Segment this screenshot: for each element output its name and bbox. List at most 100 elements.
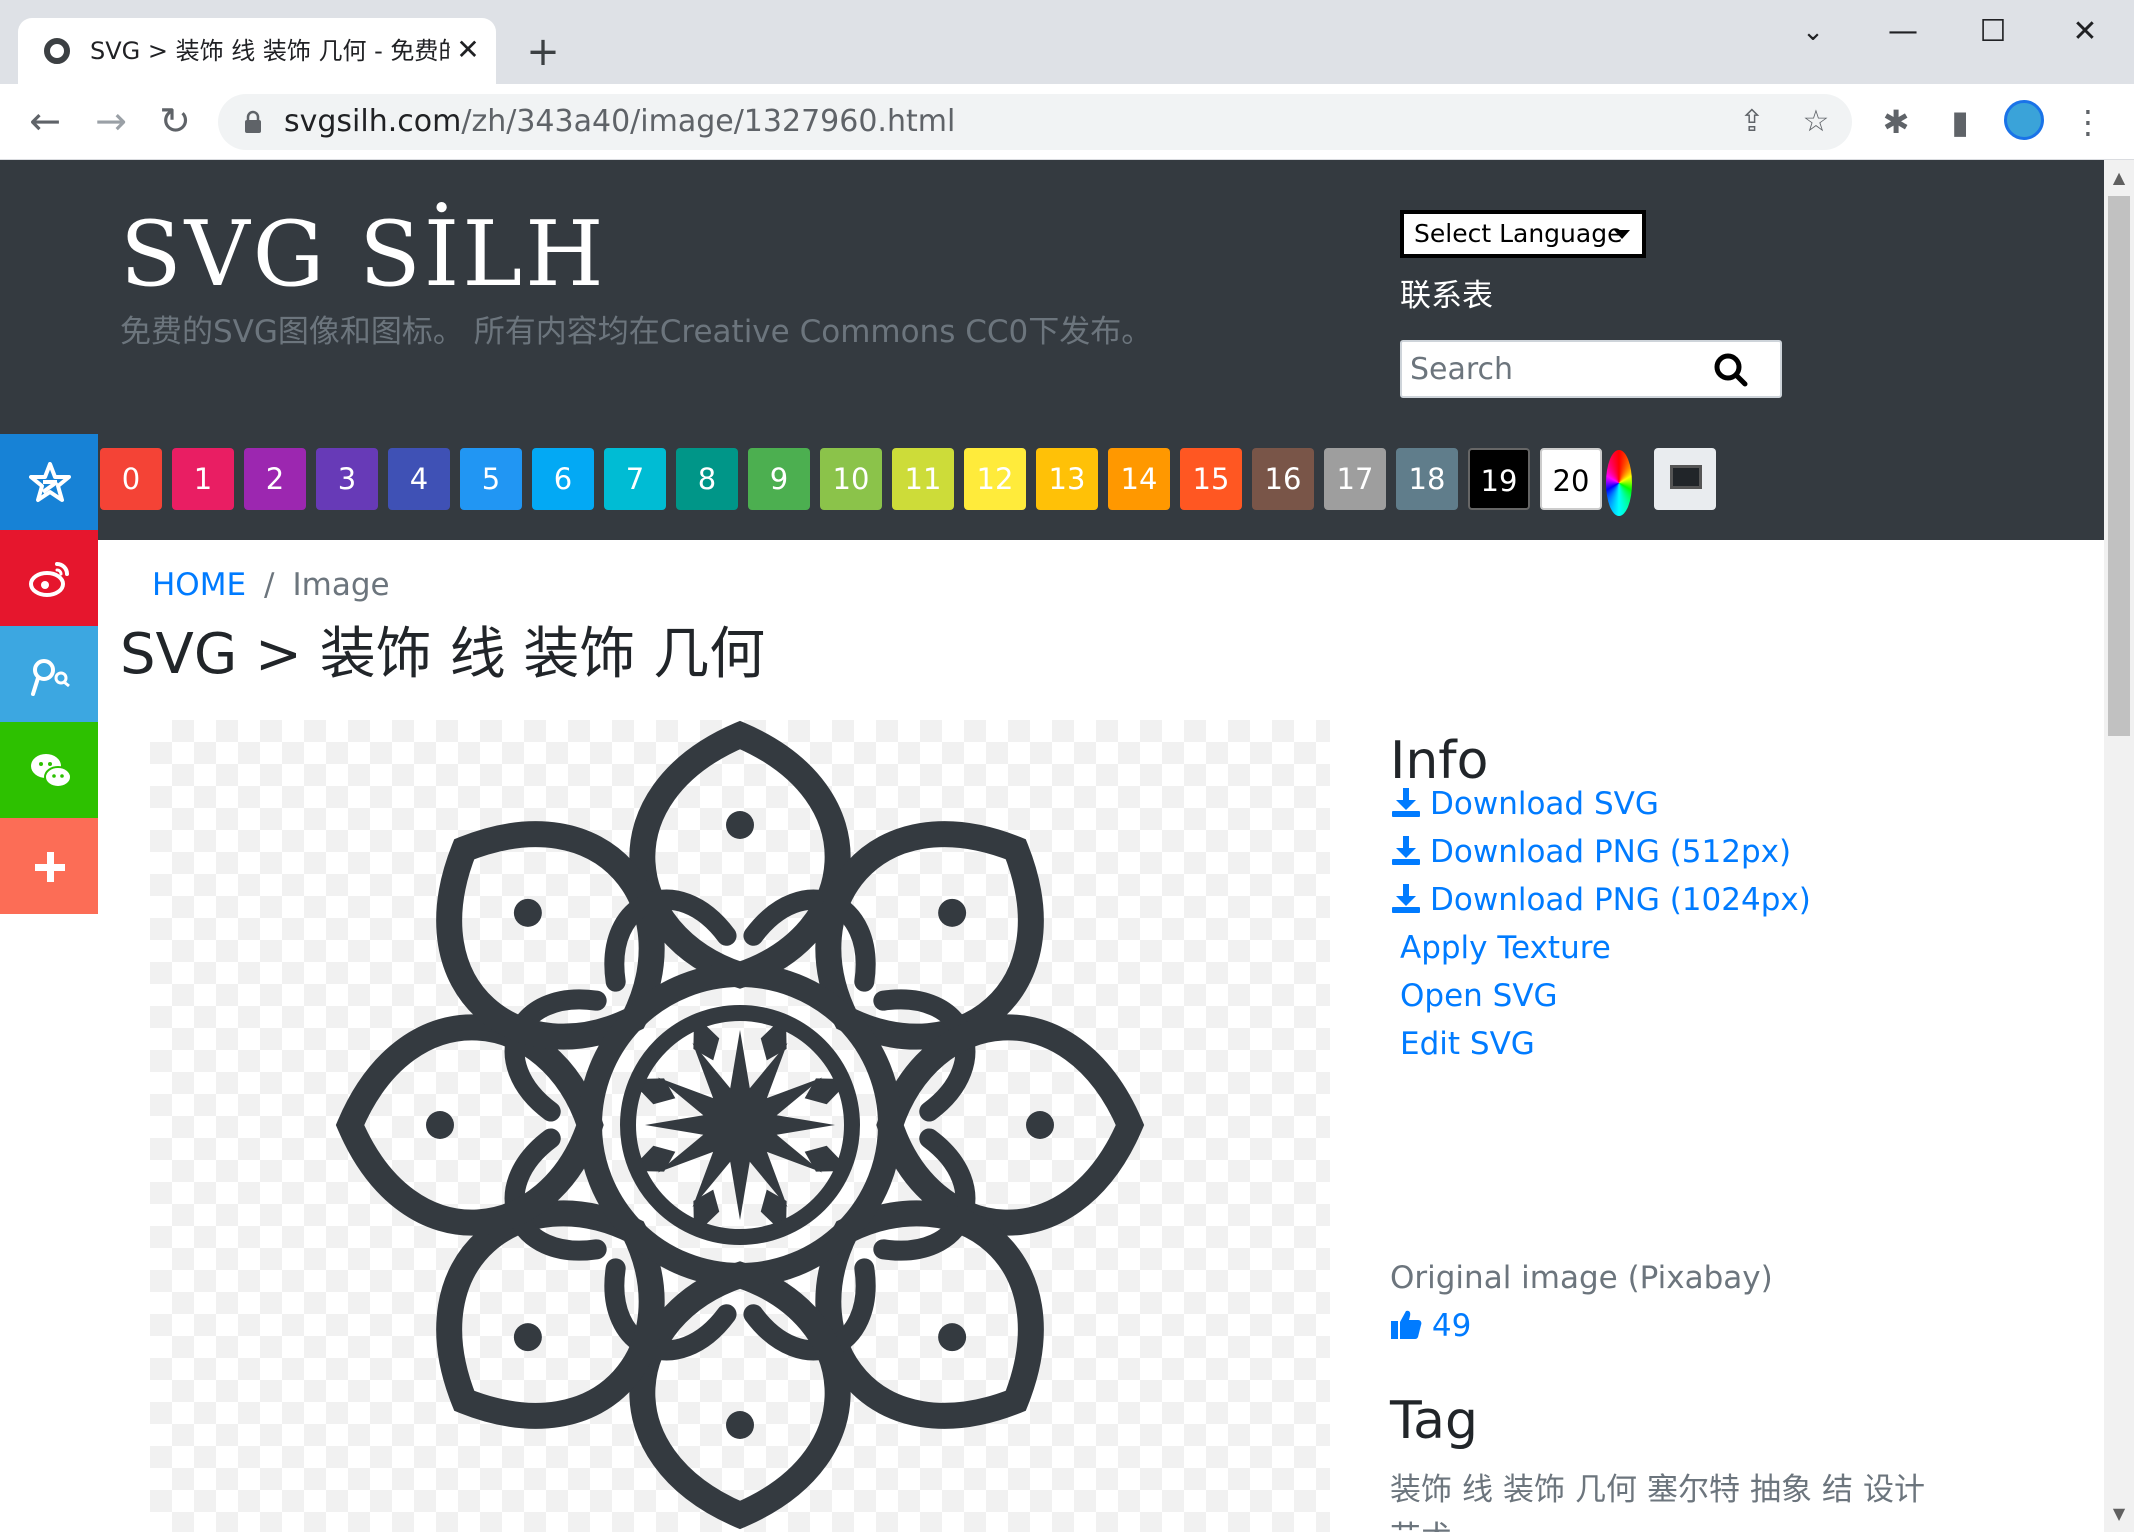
tag-link[interactable]: 艺术 [1390, 1520, 1452, 1532]
tab-search-chevron-icon[interactable]: ⌄ [1778, 10, 1848, 54]
bookmark-star-icon[interactable]: ☆ [1798, 106, 1834, 138]
like-button[interactable]: 49 [1390, 1304, 1471, 1348]
breadcrumb: HOME / Image [152, 565, 390, 605]
color-swatch-17[interactable]: 17 [1324, 448, 1386, 510]
download-icon [1392, 835, 1420, 865]
color-swatch-20[interactable]: 20 [1540, 448, 1602, 510]
browser-titlebar: SVG > 装饰 线 装饰 几何 - 免费的 ✕ + ⌄ — ☐ ✕ [0, 0, 2134, 84]
scroll-up-arrow-icon[interactable]: ▲ [2104, 166, 2134, 190]
background-toggle-button[interactable] [1654, 448, 1716, 510]
forward-button[interactable]: → [84, 94, 138, 148]
extensions-puzzle-icon[interactable]: ✱ [1870, 96, 1922, 148]
original-image-link[interactable]: Original image (Pixabay) [1390, 1256, 1773, 1300]
back-button[interactable]: ← [18, 94, 72, 148]
language-select[interactable]: Select Language [1400, 210, 1646, 258]
download-icon [1392, 883, 1420, 913]
share-icon[interactable]: ⇪ [1734, 106, 1770, 138]
tag-link[interactable]: 抽象 [1750, 1472, 1812, 1508]
tag-link[interactable]: 设计 [1863, 1472, 1925, 1508]
color-swatch-15[interactable]: 15 [1180, 448, 1242, 510]
edit-svg-link[interactable]: Edit SVG [1390, 1022, 1535, 1066]
tencent-weibo-icon [31, 659, 70, 696]
address-bar[interactable]: svgsilh.com/zh/343a40/image/1327960.html… [218, 94, 1852, 150]
side-panel-icon[interactable]: ▮ [1934, 96, 1986, 148]
color-swatch-0[interactable]: 0 [100, 448, 162, 510]
wechat-icon [31, 754, 72, 788]
share-weibo-button[interactable] [0, 530, 98, 626]
new-tab-button[interactable]: + [518, 30, 568, 74]
reload-button[interactable]: ↻ [148, 94, 202, 148]
maximize-button[interactable]: ☐ [1958, 10, 2028, 54]
apply-texture-link[interactable]: Apply Texture [1390, 926, 1611, 970]
scrollbar-thumb[interactable] [2108, 196, 2130, 736]
tag-link[interactable]: 结 [1822, 1472, 1853, 1508]
share-qzone-button[interactable] [0, 434, 98, 530]
scroll-down-arrow-icon[interactable]: ▼ [2104, 1502, 2134, 1526]
color-swatch-9[interactable]: 9 [748, 448, 810, 510]
tag-link[interactable]: 几何 [1575, 1472, 1637, 1508]
color-swatch-2[interactable]: 2 [244, 448, 306, 510]
open-svg-link[interactable]: Open SVG [1390, 974, 1558, 1018]
tag-heading: Tag [1390, 1391, 1479, 1451]
vertical-scrollbar[interactable]: ▲ ▼ [2104, 160, 2134, 1532]
close-window-button[interactable]: ✕ [2050, 10, 2120, 54]
color-swatch-16[interactable]: 16 [1252, 448, 1314, 510]
download-icon [1392, 787, 1420, 817]
thumbs-up-icon [1391, 1310, 1422, 1339]
color-swatch-3[interactable]: 3 [316, 448, 378, 510]
color-swatch-11[interactable]: 11 [892, 448, 954, 510]
download-svg-link[interactable]: Download SVG [1390, 782, 1659, 826]
like-count: 49 [1431, 1308, 1472, 1344]
caret-down-icon [1614, 230, 1630, 239]
url-text: svgsilh.com/zh/343a40/image/1327960.html [284, 104, 956, 139]
color-swatch-8[interactable]: 8 [676, 448, 738, 510]
share-more-button[interactable] [0, 818, 98, 914]
weibo-icon [29, 562, 69, 597]
qzone-icon [29, 462, 71, 502]
tag-link[interactable]: 塞尔特 [1647, 1472, 1740, 1508]
color-swatch-6[interactable]: 6 [532, 448, 594, 510]
image-preview [150, 720, 1330, 1532]
menu-kebab-icon[interactable]: ⋮ [2062, 96, 2114, 148]
browser-tab[interactable]: SVG > 装饰 线 装饰 几何 - 免费的 ✕ [18, 18, 496, 84]
color-swatch-1[interactable]: 1 [172, 448, 234, 510]
breadcrumb-current: Image [292, 567, 390, 603]
tag-link[interactable]: 装饰 [1503, 1472, 1565, 1508]
tag-link[interactable]: 装饰 [1390, 1472, 1452, 1508]
site-tagline: 免费的SVG图像和图标。 所有内容均在Creative Commons CC0下… [120, 314, 1153, 350]
search-box [1400, 340, 1782, 398]
contact-link[interactable]: 联系表 [1400, 276, 1493, 316]
lock-icon [245, 110, 261, 133]
color-swatch-19[interactable]: 19 [1468, 448, 1530, 510]
color-swatch-12[interactable]: 12 [964, 448, 1026, 510]
tag-link[interactable]: 线 [1462, 1472, 1493, 1508]
color-picker-icon[interactable] [1606, 450, 1632, 516]
color-swatch-7[interactable]: 7 [604, 448, 666, 510]
color-swatch-10[interactable]: 10 [820, 448, 882, 510]
tab-close-icon[interactable]: ✕ [450, 32, 486, 68]
page-viewport: SVG SİLH 免费的SVG图像和图标。 所有内容均在Creative Com… [0, 160, 2104, 1532]
breadcrumb-home-link[interactable]: HOME [152, 567, 246, 603]
share-tencent-weibo-button[interactable] [0, 626, 98, 722]
download-png-1024-link[interactable]: Download PNG (1024px) [1390, 878, 1811, 922]
download-png-512-link[interactable]: Download PNG (512px) [1390, 830, 1791, 874]
tab-title: SVG > 装饰 线 装饰 几何 - 免费的 [90, 37, 450, 65]
breadcrumb-separator: / [264, 567, 275, 603]
celtic-ornament-image [335, 720, 1145, 1530]
site-favicon-icon [44, 38, 70, 64]
plus-icon [35, 852, 65, 882]
browser-toolbar: ← → ↻ svgsilh.com/zh/343a40/image/132796… [0, 84, 2134, 160]
color-swatch-13[interactable]: 13 [1036, 448, 1098, 510]
site-header: SVG SİLH 免费的SVG图像和图标。 所有内容均在Creative Com… [0, 160, 2104, 540]
color-swatch-14[interactable]: 14 [1108, 448, 1170, 510]
color-swatch-18[interactable]: 18 [1396, 448, 1458, 510]
color-swatch-5[interactable]: 5 [460, 448, 522, 510]
site-logo[interactable]: SVG SİLH [120, 200, 607, 310]
color-swatch-4[interactable]: 4 [388, 448, 450, 510]
share-wechat-button[interactable] [0, 722, 98, 818]
minimize-button[interactable]: — [1868, 10, 1938, 54]
search-input[interactable] [1410, 348, 1700, 390]
page-title: SVG > 装饰 线 装饰 几何 [120, 622, 766, 687]
profile-avatar[interactable] [2004, 100, 2044, 140]
search-icon[interactable] [1702, 346, 1762, 394]
